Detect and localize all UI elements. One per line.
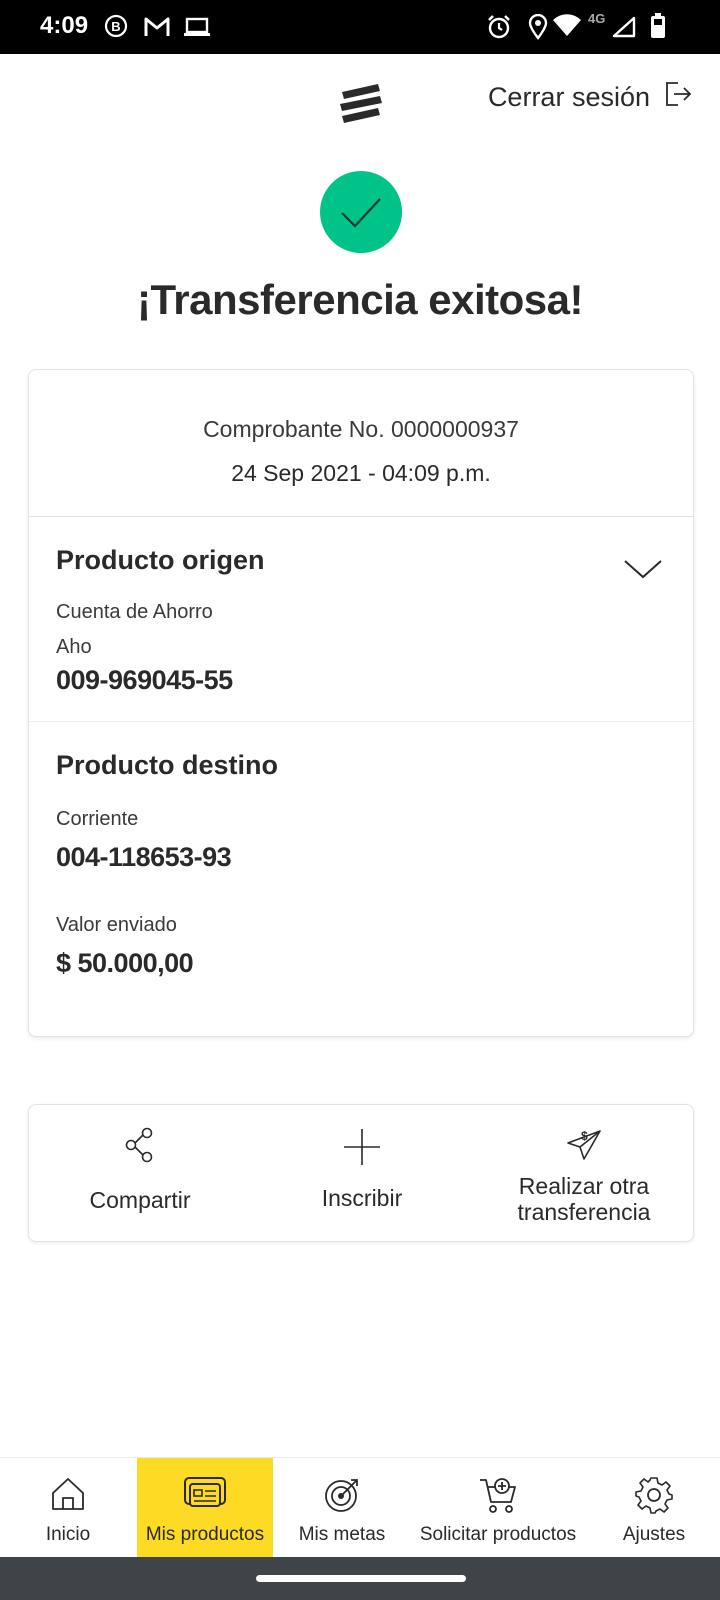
- alarm-icon: [486, 14, 512, 45]
- cards-icon: [137, 1476, 273, 1510]
- amount-value: $ 50.000,00: [56, 948, 194, 978]
- nav-item-mis-productos[interactable]: Mis productos: [137, 1458, 273, 1558]
- location-icon: [528, 13, 548, 45]
- gmail-icon: [143, 16, 171, 43]
- logout-label: Cerrar sesión: [487, 82, 650, 112]
- enroll-button[interactable]: Inscribir: [251, 1105, 473, 1243]
- share-icon: [29, 1127, 251, 1163]
- check-icon: [341, 198, 381, 228]
- home-gesture-handle[interactable]: [256, 1575, 466, 1582]
- share-label: Compartir: [89, 1187, 191, 1213]
- nav-item-ajustes[interactable]: Ajustes: [588, 1458, 720, 1558]
- bottom-nav: Inicio Mis productos Mis metas Solicitar…: [0, 1457, 720, 1558]
- enroll-label: Inscribir: [321, 1185, 403, 1211]
- actions-card: Compartir Inscribir $ Realizar otra tran…: [28, 1104, 694, 1242]
- destination-product-section: Producto destino Corriente 004-118653-93…: [29, 722, 693, 1038]
- logout-icon: [664, 80, 692, 115]
- nav-label-mis-metas: Mis metas: [298, 1524, 386, 1545]
- new-transfer-label: Realizar otra transferencia: [517, 1173, 651, 1225]
- system-gesture-bar: [0, 1557, 720, 1600]
- send-money-icon: $: [473, 1127, 695, 1163]
- signal-icon: [612, 16, 636, 43]
- chevron-down-icon[interactable]: [623, 557, 663, 586]
- amount-label: Valor enviado: [56, 914, 177, 936]
- receipt-card: Comprobante No. 0000000937 24 Sep 2021 -…: [28, 369, 694, 1037]
- bank-logo-icon: [338, 82, 384, 129]
- status-time: 4:09: [40, 12, 89, 39]
- voucher-section: Comprobante No. 0000000937 24 Sep 2021 -…: [29, 370, 693, 517]
- nav-label-inicio: Inicio: [45, 1524, 91, 1545]
- transaction-date: 24 Sep 2021 - 04:09 p.m.: [231, 460, 491, 486]
- gear-icon: [588, 1476, 720, 1514]
- nav-label-mis-productos: Mis productos: [145, 1524, 265, 1545]
- cart-plus-icon: [410, 1476, 586, 1514]
- share-button[interactable]: Compartir: [29, 1105, 251, 1243]
- app-header: Cerrar sesión: [0, 54, 720, 154]
- laptop-icon: [183, 17, 211, 42]
- origin-account-number: 009-969045-55: [56, 665, 233, 695]
- nav-item-inicio[interactable]: Inicio: [0, 1458, 136, 1558]
- nav-item-solicitar-productos[interactable]: Solicitar productos: [410, 1458, 586, 1558]
- new-transfer-button[interactable]: $ Realizar otra transferencia: [473, 1105, 695, 1243]
- logout-button[interactable]: Cerrar sesión: [488, 80, 692, 115]
- nav-label-solicitar-productos: Solicitar productos: [419, 1524, 577, 1545]
- plus-icon: [251, 1127, 473, 1167]
- target-icon: [274, 1476, 410, 1514]
- origin-product-section[interactable]: Producto origen Cuenta de Ahorro Aho 009…: [29, 517, 693, 722]
- status-bar: 4:09 B 4G: [0, 0, 720, 54]
- voucher-number: Comprobante No. 0000000937: [203, 416, 519, 442]
- success-title: ¡Transferencia exitosa!: [136, 276, 584, 323]
- origin-title: Producto origen: [56, 545, 265, 575]
- destination-account-number: 004-118653-93: [56, 842, 232, 872]
- success-check-badge: [320, 171, 402, 253]
- svg-text:$: $: [581, 1129, 588, 1143]
- wifi-icon: [552, 14, 582, 43]
- home-icon: [0, 1476, 136, 1512]
- svg-text:B: B: [111, 19, 120, 34]
- origin-account-alias: Aho: [56, 636, 92, 658]
- nav-item-mis-metas[interactable]: Mis metas: [274, 1458, 410, 1558]
- network-type: 4G: [588, 11, 606, 26]
- destination-account-type: Corriente: [56, 808, 139, 830]
- nav-label-ajustes: Ajustes: [622, 1524, 686, 1545]
- destination-title: Producto destino: [56, 750, 278, 780]
- origin-account-type: Cuenta de Ahorro: [56, 601, 213, 623]
- b-icon: B: [104, 14, 128, 43]
- battery-icon: [650, 13, 666, 44]
